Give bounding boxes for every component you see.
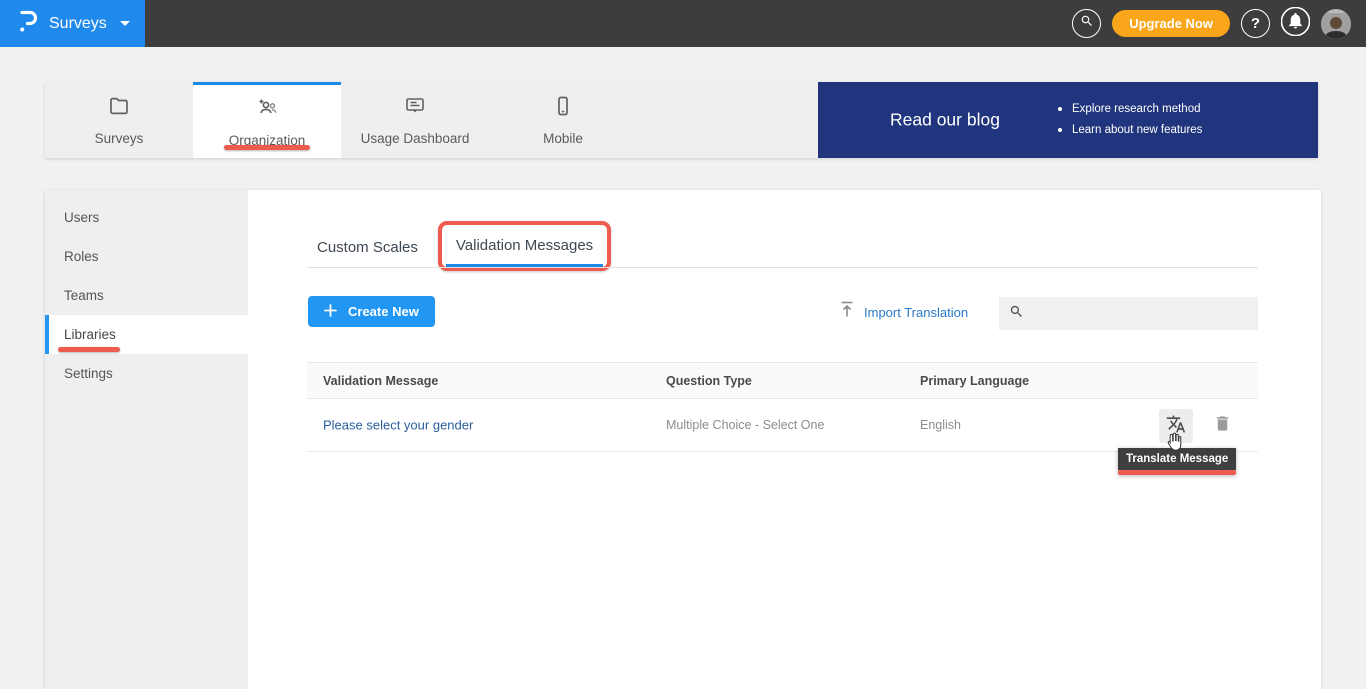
translate-tooltip: Translate Message: [1118, 448, 1236, 470]
sidebar-item-users[interactable]: Users: [45, 198, 248, 237]
questionpro-logo-icon: [17, 8, 39, 39]
library-tabbar: Custom Scales Validation Messages: [307, 227, 603, 267]
bullet-dot-icon: [1058, 107, 1062, 111]
sidebar-item-label: Settings: [64, 366, 113, 381]
header-search-button[interactable]: [1072, 9, 1101, 38]
active-indicator: [45, 315, 49, 354]
validation-message-link[interactable]: Please select your gender: [323, 418, 473, 433]
nav-tab-surveys[interactable]: Surveys: [45, 82, 193, 158]
module-nav-strip: Surveys Organization Usage Dashboard Mob…: [45, 82, 1318, 158]
plus-icon: [324, 304, 337, 320]
banner-title[interactable]: Read our blog: [890, 110, 1000, 131]
folder-icon: [107, 94, 131, 123]
tab-label: Validation Messages: [456, 237, 593, 254]
nav-tab-label: Mobile: [543, 131, 583, 146]
table-header-row: Validation Message Question Type Primary…: [307, 362, 1258, 399]
import-translation-link[interactable]: Import Translation: [840, 301, 968, 323]
sidebar-item-settings[interactable]: Settings: [45, 354, 248, 393]
chevron-down-icon: [120, 21, 130, 26]
tabbar-divider: [307, 267, 1258, 268]
column-header-validation-message: Validation Message: [323, 374, 438, 388]
create-new-label: Create New: [348, 304, 419, 319]
sidebar-item-label: Roles: [64, 249, 99, 264]
sidebar-item-label: Users: [64, 210, 99, 225]
nav-tab-label: Usage Dashboard: [361, 131, 470, 146]
nav-tab-label: Surveys: [95, 131, 144, 146]
notifications-button[interactable]: [1281, 9, 1310, 38]
column-header-question-type: Question Type: [666, 374, 752, 388]
add-people-icon: [254, 96, 280, 125]
help-button[interactable]: ?: [1241, 9, 1270, 38]
question-mark-icon: ?: [1251, 15, 1260, 32]
user-avatar[interactable]: [1321, 9, 1351, 39]
dashboard-icon: [403, 94, 427, 123]
bullet-dot-icon: [1058, 128, 1062, 132]
organization-sidebar: Users Roles Teams Libraries Settings: [45, 190, 248, 689]
person-photo: [1321, 13, 1351, 39]
bullet-text: Learn about new features: [1072, 124, 1202, 136]
blog-banner[interactable]: Read our blog Explore research method Le…: [818, 82, 1318, 158]
annotation-underline-organization: [224, 145, 310, 150]
import-translation-label: Import Translation: [864, 305, 968, 320]
validation-messages-table: Validation Message Question Type Primary…: [307, 362, 1258, 452]
tab-validation-messages[interactable]: Validation Messages: [446, 227, 603, 267]
tab-label: Custom Scales: [317, 239, 418, 256]
question-type-cell: Multiple Choice - Select One: [666, 418, 824, 432]
product-name: Surveys: [49, 15, 107, 33]
nav-tab-usage-dashboard[interactable]: Usage Dashboard: [341, 82, 489, 158]
tab-custom-scales[interactable]: Custom Scales: [307, 227, 428, 267]
banner-bullet: Learn about new features: [1058, 124, 1202, 136]
banner-bullet: Explore research method: [1058, 103, 1202, 115]
delete-button[interactable]: [1208, 412, 1236, 440]
table-row: Please select your gender Multiple Choic…: [307, 399, 1258, 452]
bell-icon: [1281, 7, 1310, 41]
column-header-primary-language: Primary Language: [920, 374, 1029, 388]
primary-language-cell: English: [920, 418, 961, 432]
brand-menu[interactable]: Surveys: [0, 0, 145, 47]
translate-message-button[interactable]: [1159, 409, 1193, 443]
bullet-text: Explore research method: [1072, 103, 1200, 115]
main-panel: Users Roles Teams Libraries Settings Cus…: [45, 190, 1321, 689]
annotation-underline-tooltip: [1118, 470, 1236, 475]
create-new-button[interactable]: Create New: [308, 296, 435, 327]
nav-tab-mobile[interactable]: Mobile: [489, 82, 637, 158]
sidebar-item-libraries[interactable]: Libraries: [45, 315, 248, 354]
module-tabs: Surveys Organization Usage Dashboard Mob…: [45, 82, 637, 158]
mobile-phone-icon: [551, 94, 575, 123]
sidebar-item-label: Libraries: [64, 327, 116, 342]
search-icon: [1009, 304, 1024, 324]
upgrade-now-button[interactable]: Upgrade Now: [1112, 10, 1230, 37]
sidebar-item-roles[interactable]: Roles: [45, 237, 248, 276]
search-icon: [1080, 14, 1094, 33]
tooltip-wrap: Translate Message: [1118, 448, 1236, 475]
sidebar-item-teams[interactable]: Teams: [45, 276, 248, 315]
nav-tab-organization[interactable]: Organization: [193, 82, 341, 158]
annotation-underline-libraries: [58, 347, 120, 352]
table-search[interactable]: [999, 297, 1258, 330]
upload-icon: [840, 301, 854, 323]
top-header: Surveys Upgrade Now ?: [0, 0, 1366, 47]
upgrade-label: Upgrade Now: [1129, 16, 1213, 31]
banner-bullet-list: Explore research method Learn about new …: [1058, 103, 1202, 136]
translate-icon: [1166, 414, 1186, 439]
header-actions: Upgrade Now ?: [1072, 9, 1366, 39]
search-input[interactable]: [1033, 306, 1248, 321]
sidebar-item-label: Teams: [64, 288, 104, 303]
trash-icon: [1213, 414, 1232, 438]
